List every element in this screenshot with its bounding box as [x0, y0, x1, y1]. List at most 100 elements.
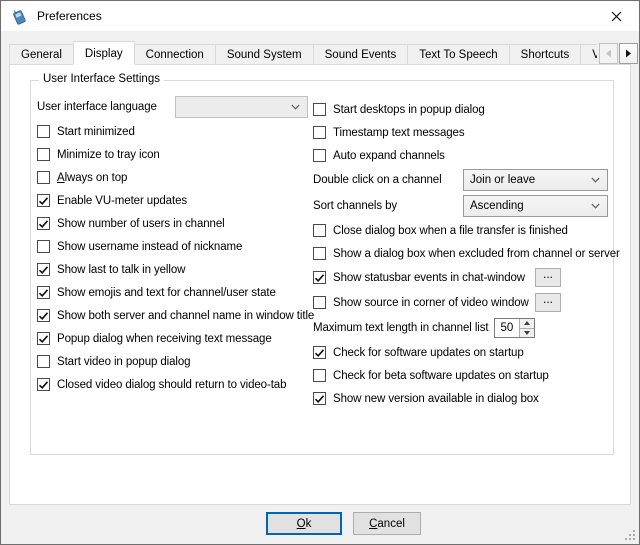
tab-shortcuts[interactable]: Shortcuts [509, 44, 582, 65]
start-video-in-popup-dialog-checkbox[interactable] [37, 355, 50, 368]
timestamp-text-messages-label: Timestamp text messages [333, 127, 464, 139]
spin-up-button[interactable] [520, 319, 534, 328]
show-statusbar-events-checkbox[interactable] [313, 271, 326, 284]
check-beta-updates-label: Check for beta software updates on start… [333, 370, 549, 382]
chevron-down-icon [591, 203, 600, 209]
show-source-video-window-row: Show source in corner of video window... [313, 290, 613, 315]
tab-sound-system[interactable]: Sound System [215, 44, 314, 65]
maximum-text-length-spin-arrows [519, 319, 534, 337]
sort-channels-by-combobox[interactable]: Ascending [463, 195, 608, 217]
chevron-down-icon [291, 104, 300, 110]
double-click-on-a-channel-value: Join or leave [464, 174, 591, 186]
tab-video[interactable]: Video [580, 44, 597, 65]
ok-button[interactable]: Ok [266, 512, 342, 535]
check-software-updates-row: Check for software updates on startup [313, 341, 613, 364]
show-server-and-channel-in-title-checkbox[interactable] [37, 309, 50, 322]
tab-scroll-right-button[interactable] [619, 43, 638, 64]
cancel-button[interactable]: Cancel [353, 512, 421, 535]
check-software-updates-checkbox[interactable] [313, 346, 326, 359]
show-last-to-talk-in-yellow-checkbox[interactable] [37, 263, 50, 276]
tab-sound-events[interactable]: Sound Events [313, 44, 409, 65]
user-interface-language-label: User interface language [37, 101, 175, 113]
closed-video-dialog-return-checkbox[interactable] [37, 378, 50, 391]
minimize-to-tray-icon-checkbox[interactable] [37, 148, 50, 161]
tab-general[interactable]: General [9, 44, 74, 65]
show-emojis-and-text-row: Show emojis and text for channel/user st… [37, 281, 313, 304]
double-click-on-a-channel-combobox[interactable]: Join or leave [463, 169, 608, 191]
show-source-video-window-ellipsis-button[interactable]: ... [535, 293, 561, 312]
show-source-video-window-checkbox[interactable] [313, 296, 326, 309]
sort-channels-by-value: Ascending [464, 200, 591, 212]
show-last-to-talk-in-yellow-label: Show last to talk in yellow [57, 264, 185, 276]
auto-expand-channels-checkbox[interactable] [313, 149, 326, 162]
show-statusbar-events-ellipsis-button[interactable]: ... [535, 268, 561, 287]
minimize-to-tray-icon-row: Minimize to tray icon [37, 143, 313, 166]
close-dialog-file-transfer-row: Close dialog box when a file transfer is… [313, 219, 613, 242]
maximum-text-length-row: Maximum text length in channel list50 [313, 315, 613, 341]
auto-expand-channels-label: Auto expand channels [333, 150, 445, 162]
tab-text-to-speech[interactable]: Text To Speech [407, 44, 509, 65]
start-minimized-checkbox[interactable] [37, 125, 50, 138]
auto-expand-channels-row: Auto expand channels [313, 144, 613, 167]
tab-display[interactable]: Display [73, 41, 135, 65]
show-number-of-users-in-channel-checkbox[interactable] [37, 217, 50, 230]
start-desktops-in-popup-dialog-checkbox[interactable] [313, 103, 326, 116]
show-last-to-talk-in-yellow-row: Show last to talk in yellow [37, 258, 313, 281]
always-on-top-checkbox[interactable] [37, 171, 50, 184]
show-dialog-when-excluded-checkbox[interactable] [313, 247, 326, 260]
show-new-version-dialog-checkbox[interactable] [313, 392, 326, 405]
start-desktops-in-popup-dialog-label: Start desktops in popup dialog [333, 104, 485, 116]
start-minimized-row: Start minimized [37, 120, 313, 143]
timestamp-text-messages-checkbox[interactable] [313, 126, 326, 139]
show-emojis-and-text-checkbox[interactable] [37, 286, 50, 299]
arrow-down-icon [524, 331, 530, 335]
sort-channels-by-row: Sort channels byAscending [313, 193, 613, 219]
close-button[interactable] [594, 1, 639, 31]
check-beta-updates-checkbox[interactable] [313, 369, 326, 382]
tab-bar: GeneralDisplayConnectionSound SystemSoun… [9, 41, 597, 65]
show-username-instead-of-nickname-checkbox[interactable] [37, 240, 50, 253]
minimize-to-tray-icon-label: Minimize to tray icon [57, 149, 160, 161]
maximum-text-length-spinbox[interactable]: 50 [494, 318, 535, 338]
app-icon [11, 8, 28, 25]
show-new-version-dialog-label: Show new version available in dialog box [333, 393, 539, 405]
chevron-down-icon [591, 177, 600, 183]
close-icon [611, 11, 622, 22]
tab-scroll-buttons [598, 43, 638, 64]
user-interface-settings-group: User Interface Settings User interface l… [30, 80, 614, 455]
window-title: Preferences [37, 9, 102, 23]
show-emojis-and-text-label: Show emojis and text for channel/user st… [57, 287, 276, 299]
show-source-video-window-label: Show source in corner of video window [333, 297, 529, 309]
enable-vu-meter-updates-checkbox[interactable] [37, 194, 50, 207]
tab-page-display: User Interface Settings User interface l… [9, 64, 631, 505]
show-server-and-channel-in-title-row: Show both server and channel name in win… [37, 304, 313, 327]
show-statusbar-events-label: Show statusbar events in chat-window [333, 272, 529, 284]
resize-grip[interactable] [623, 528, 636, 541]
start-video-in-popup-dialog-label: Start video in popup dialog [57, 356, 190, 368]
right-settings-column: Start desktops in popup dialog Timestamp … [313, 98, 613, 410]
user-interface-language-row: User interface language [37, 94, 313, 120]
popup-dialog-text-message-row: Popup dialog when receiving text message [37, 327, 313, 350]
close-dialog-file-transfer-label: Close dialog box when a file transfer is… [333, 225, 568, 237]
user-interface-language-combobox[interactable] [175, 96, 308, 118]
always-on-top-label: Always on top [57, 172, 127, 184]
spin-down-button[interactable] [520, 328, 534, 338]
maximum-text-length-value: 50 [495, 319, 519, 337]
close-dialog-file-transfer-checkbox[interactable] [313, 224, 326, 237]
tab-scroll-left-button[interactable] [599, 43, 618, 64]
double-click-on-a-channel-label: Double click on a channel [313, 174, 463, 186]
titlebar: Preferences [1, 1, 639, 31]
closed-video-dialog-return-row: Closed video dialog should return to vid… [37, 373, 313, 396]
double-click-on-a-channel-row: Double click on a channelJoin or leave [313, 167, 613, 193]
start-minimized-label: Start minimized [57, 126, 135, 138]
show-dialog-when-excluded-row: Show a dialog box when excluded from cha… [313, 242, 613, 265]
closed-video-dialog-return-label: Closed video dialog should return to vid… [57, 379, 286, 391]
popup-dialog-text-message-checkbox[interactable] [37, 332, 50, 345]
arrow-left-icon [605, 49, 612, 58]
show-statusbar-events-row: Show statusbar events in chat-window... [313, 265, 613, 290]
start-video-in-popup-dialog-row: Start video in popup dialog [37, 350, 313, 373]
show-server-and-channel-in-title-label: Show both server and channel name in win… [57, 310, 314, 322]
check-software-updates-label: Check for software updates on startup [333, 347, 524, 359]
tab-connection[interactable]: Connection [134, 44, 216, 65]
enable-vu-meter-updates-row: Enable VU-meter updates [37, 189, 313, 212]
